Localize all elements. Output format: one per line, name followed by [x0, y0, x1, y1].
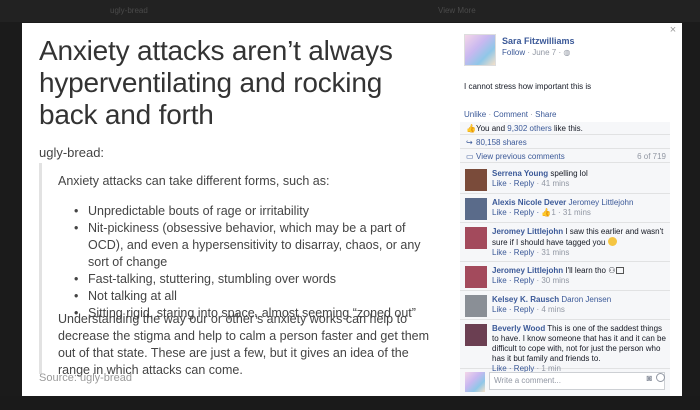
unlike-link[interactable]: Unlike: [464, 110, 486, 119]
grin-emoji-icon: [607, 237, 617, 246]
comment-author[interactable]: Jeromey Littlejohn: [492, 227, 563, 236]
like-reply-links[interactable]: Like · Reply ·: [492, 208, 541, 217]
like-reply-links[interactable]: Like · Reply: [492, 179, 534, 188]
comments-feed: 👍You and 9,302 others like this. ↪ 80,158…: [460, 122, 670, 396]
avatar[interactable]: [465, 324, 487, 346]
post-panel: Anxiety attacks aren’t always hyperventi…: [22, 23, 451, 396]
comment-input[interactable]: Write a comment...: [489, 372, 665, 390]
likes-prefix: You and: [476, 124, 508, 133]
backdrop-view-more: View More: [438, 6, 476, 15]
tagged-user[interactable]: Jeromey Littlejohn: [566, 198, 633, 207]
comment-author[interactable]: Jeromey Littlejohn: [492, 266, 563, 275]
comment-item: Beverly Wood This is one of the saddest …: [460, 321, 670, 373]
comment-text: I'll learn tho: [563, 266, 609, 275]
view-previous-row: ▭ View previous comments 6 of 719: [460, 150, 670, 163]
avatar[interactable]: [465, 266, 487, 288]
backdrop-footer: [0, 396, 700, 410]
poster-name[interactable]: Sara Fitzwilliams: [502, 36, 575, 46]
comment-bubble-icon: ▭: [466, 152, 474, 161]
post-outro: Understanding the way our or other’s anx…: [58, 312, 430, 377]
view-previous-link[interactable]: View previous comments: [476, 152, 565, 161]
missing-glyph-icon: [616, 267, 625, 274]
comment-author[interactable]: Kelsey K. Rausch: [492, 295, 559, 304]
post-source[interactable]: Source: ugly-bread: [39, 372, 132, 384]
comment-item: Kelsey K. Rausch Daron Jensen Like · Rep…: [460, 292, 670, 320]
thumbs-up-icon: 👍: [466, 124, 476, 133]
family-emoji-icon: ⚇: [608, 266, 616, 275]
comment-item: Alexis Nicole Dever Jeromey Littlejohn L…: [460, 195, 670, 223]
comment-time: 1 · 31 mins: [551, 208, 591, 217]
list-item: Unpredictable bouts of rage or irritabil…: [74, 203, 426, 220]
likes-row: 👍You and 9,302 others like this.: [460, 122, 670, 135]
likes-suffix: like this.: [551, 124, 583, 133]
list-item: Nit-pickiness (obsessive behavior, which…: [74, 220, 426, 271]
globe-icon: ◍: [563, 48, 571, 57]
backdrop-blog-name: ugly-bread: [110, 6, 148, 15]
camera-icon[interactable]: ◙: [647, 373, 652, 383]
comment-author[interactable]: Serrena Young: [492, 169, 548, 178]
follow-link[interactable]: Follow: [502, 48, 525, 57]
post-date: · June 7 ·: [525, 48, 564, 57]
share-link[interactable]: Share: [535, 110, 556, 119]
comment-time: · 30 mins: [534, 276, 570, 285]
share-icon: ↪: [466, 138, 473, 147]
comment-item: Jeromey Littlejohn I'll learn tho ⚇ Like…: [460, 263, 670, 291]
comment-time: · 41 mins: [534, 179, 570, 188]
list-item: Fast-talking, stuttering, stumbling over…: [74, 271, 426, 288]
comment-item: Serrena Young spelling lol Like · Reply …: [460, 166, 670, 194]
post-intro: Anxiety attacks can take different forms…: [58, 174, 330, 188]
avatar[interactable]: [464, 34, 496, 66]
comment-author[interactable]: Alexis Nicole Dever: [492, 198, 566, 207]
avatar[interactable]: [465, 227, 487, 249]
tagged-user[interactable]: Daron Jensen: [559, 295, 611, 304]
list-item: Not talking at all: [74, 288, 426, 305]
comment-time: · 31 mins: [534, 248, 570, 257]
facebook-panel: Sara Fitzwilliams Follow · June 7 · ◍ I …: [460, 34, 670, 396]
avatar[interactable]: [465, 295, 487, 317]
like-reply-links[interactable]: Like · Reply: [492, 248, 534, 257]
post-title: Anxiety attacks aren’t always hyperventi…: [39, 35, 393, 130]
thumbs-up-icon: 👍: [541, 208, 552, 217]
comment-item: Jeromey Littlejohn I saw this earlier an…: [460, 224, 670, 262]
comment-count: 6 of 719: [637, 152, 666, 161]
post-blockquote: Anxiety attacks can take different forms…: [39, 163, 434, 377]
comment-time: · 4 mins: [534, 305, 565, 314]
avatar: [465, 372, 485, 392]
post-author[interactable]: ugly-bread:: [39, 145, 104, 160]
backdrop-header: ugly-bread View More: [0, 0, 700, 22]
post-meta: Follow · June 7 · ◍: [502, 48, 570, 57]
shares-link[interactable]: 80,158 shares: [476, 138, 527, 147]
avatar[interactable]: [465, 169, 487, 191]
comment-author[interactable]: Beverly Wood: [492, 324, 545, 333]
status-text: I cannot stress how important this is: [464, 82, 592, 91]
like-reply-links[interactable]: Like · Reply: [492, 276, 534, 285]
write-comment-row: Write a comment... ◙: [460, 370, 670, 396]
comment-link[interactable]: Comment: [493, 110, 528, 119]
comment-text: spelling lol: [548, 169, 588, 178]
likes-others-link[interactable]: 9,302 others: [507, 124, 551, 133]
emoji-icon[interactable]: [656, 373, 665, 382]
post-actions: Unlike · Comment · Share: [464, 110, 557, 119]
shares-row: ↪ 80,158 shares: [460, 136, 670, 149]
avatar[interactable]: [465, 198, 487, 220]
symptom-list: Unpredictable bouts of rage or irritabil…: [74, 203, 426, 322]
like-reply-links[interactable]: Like · Reply: [492, 305, 534, 314]
